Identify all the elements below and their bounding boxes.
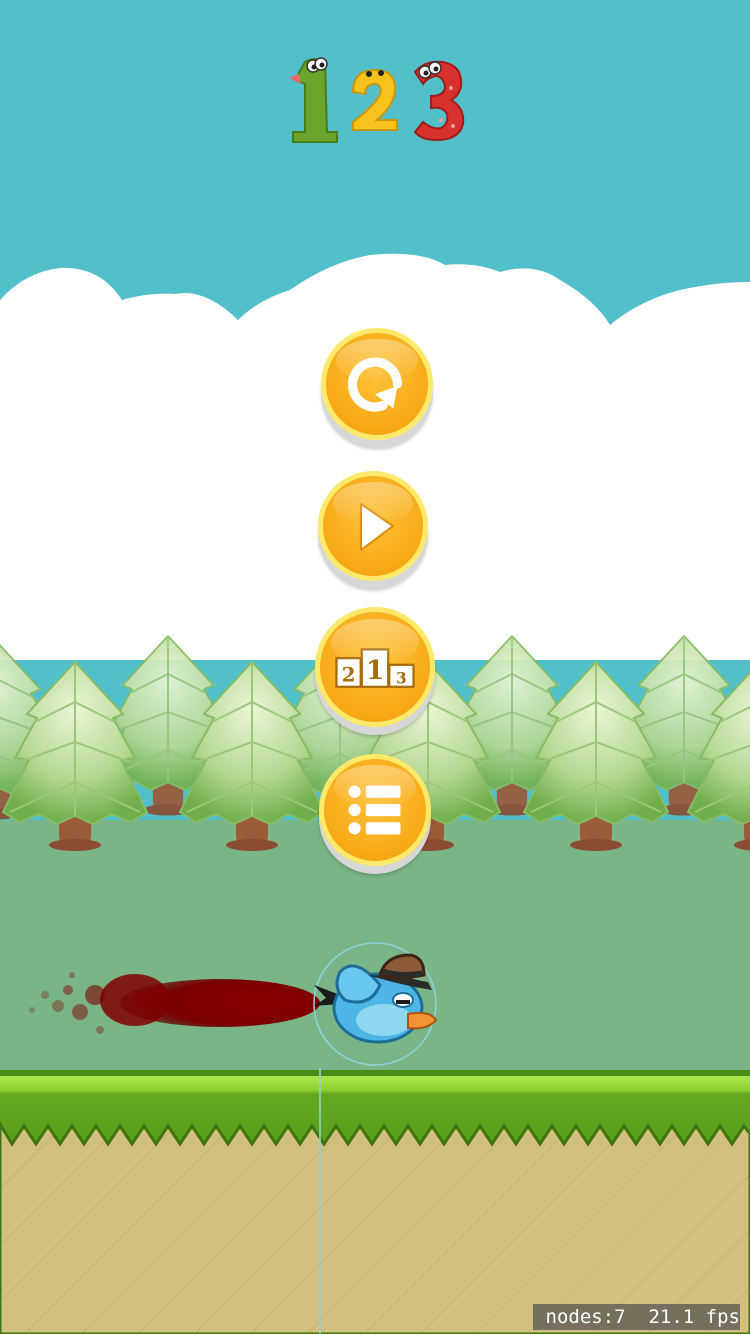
score-logo: 123	[265, 40, 485, 160]
podium-label-1: 1	[366, 655, 384, 686]
debug-stats: nodes:7 21.1 fps	[533, 1304, 740, 1330]
list-icon	[348, 785, 401, 835]
fps-label: 21.1 fps	[648, 1306, 740, 1328]
ground	[0, 1070, 750, 1334]
score-digit-2	[351, 68, 398, 131]
score-text: 123	[265, 40, 267, 41]
node-count-label: nodes:7	[545, 1306, 626, 1328]
leaderboard-button[interactable]: 2 1 3	[315, 607, 435, 727]
podium-label-3: 3	[396, 670, 407, 688]
podium-icon: 2 1 3	[335, 648, 415, 688]
cloud-layer	[0, 253, 750, 660]
stats-gap	[626, 1304, 649, 1330]
restart-button[interactable]	[321, 328, 433, 440]
play-icon	[360, 503, 394, 551]
play-button[interactable]	[318, 471, 428, 581]
restart-icon	[347, 357, 402, 412]
menu-list-button[interactable]	[319, 754, 431, 866]
podium-label-2: 2	[342, 662, 356, 686]
score-digit-3	[413, 60, 465, 142]
score-digit-1	[289, 57, 338, 143]
